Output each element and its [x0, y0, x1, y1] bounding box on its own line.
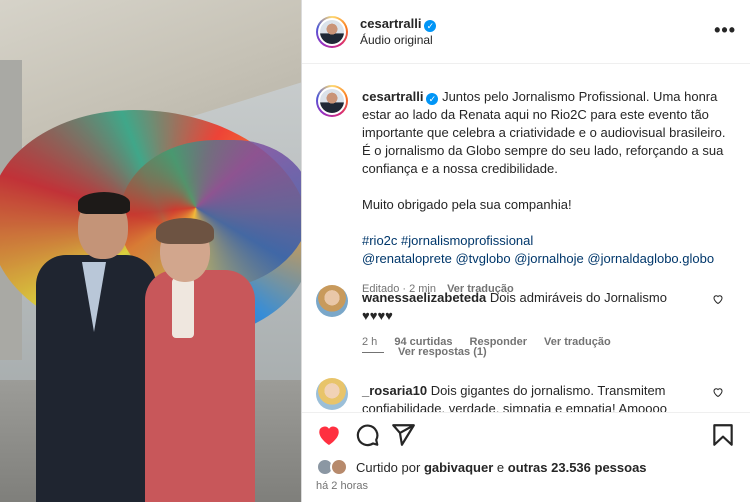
commenter-username[interactable]: _rosaria10 — [362, 383, 427, 398]
comment-icon[interactable] — [354, 422, 380, 448]
commenter-username[interactable]: wanessaelizabeteda — [362, 290, 486, 305]
mention-link[interactable]: @jornalhoje — [514, 251, 584, 266]
likes-summary: Curtido por gabivaquer e outras 23.536 p… — [316, 458, 647, 476]
mention-link[interactable]: @tvglobo — [455, 251, 510, 266]
caption-body: cesartralli ✓ Juntos pelo Jornalismo Prof… — [362, 88, 734, 298]
post-header: cesartralli ✓ Áudio original ••• — [302, 0, 750, 64]
bookmark-icon[interactable] — [710, 422, 736, 448]
heart-icon[interactable] — [316, 422, 342, 448]
likes-prefix: Curtido por — [356, 459, 421, 475]
liker-avatars — [316, 458, 350, 476]
post-timestamp[interactable]: há 2 horas — [316, 480, 368, 492]
likes-others-link[interactable]: outras 23.536 pessoas — [508, 460, 647, 475]
replies-line — [362, 351, 384, 353]
audio-label[interactable]: Áudio original — [360, 32, 436, 49]
comment-like-icon[interactable] — [712, 386, 724, 401]
hashtag-link[interactable]: #rio2c — [362, 233, 397, 248]
comment-like-icon[interactable] — [712, 293, 724, 308]
likes-middle: e — [496, 459, 505, 475]
author-avatar[interactable] — [316, 15, 348, 48]
photo-woman-hair — [156, 218, 214, 244]
action-bar: Curtido por gabivaquer e outras 23.536 p… — [302, 412, 750, 502]
caption-thanks: Muito obrigado pela sua companhia! — [362, 197, 572, 212]
comment-body: _rosaria10 Dois gigantes do jornalismo. … — [362, 382, 687, 412]
author-info: cesartralli ✓ Áudio original — [360, 15, 437, 49]
caption-username[interactable]: cesartralli — [362, 89, 423, 104]
post-modal: cesartralli ✓ Áudio original ••• cesartra… — [0, 0, 750, 502]
verified-icon: ✓ — [424, 19, 437, 32]
mention-link[interactable]: @renataloprete — [362, 251, 452, 266]
more-icon[interactable]: ••• — [714, 21, 736, 39]
view-replies-label: Ver respostas (1) — [398, 346, 487, 358]
author-username[interactable]: cesartralli — [360, 16, 421, 31]
liker-avatar — [330, 458, 348, 476]
share-icon[interactable] — [390, 422, 416, 448]
photo-woman-shirt — [172, 278, 194, 338]
liker-username[interactable]: gabivaquer — [424, 460, 493, 475]
comment-translate-link[interactable]: Ver tradução — [544, 336, 611, 348]
commenter-avatar[interactable] — [316, 378, 348, 410]
caption-avatar[interactable] — [316, 85, 348, 117]
verified-icon: ✓ — [426, 93, 439, 105]
hashtag-link[interactable]: #jornalismoprofissional — [401, 233, 533, 248]
post-photo[interactable] — [0, 0, 301, 502]
mention-link[interactable]: @jornaldaglobo.globo — [587, 251, 714, 266]
comments-list[interactable]: cesartralli ✓ Juntos pelo Jornalismo Prof… — [302, 65, 750, 412]
photo-man-hair — [78, 192, 130, 214]
post-side-panel: cesartralli ✓ Áudio original ••• cesartra… — [301, 0, 750, 502]
photo-woman — [145, 270, 255, 502]
view-replies-button[interactable]: Ver respostas (1) — [362, 346, 487, 358]
commenter-avatar[interactable] — [316, 285, 348, 317]
comment-body: wanessaelizabeteda Dois admiráveis do Jo… — [362, 289, 687, 351]
